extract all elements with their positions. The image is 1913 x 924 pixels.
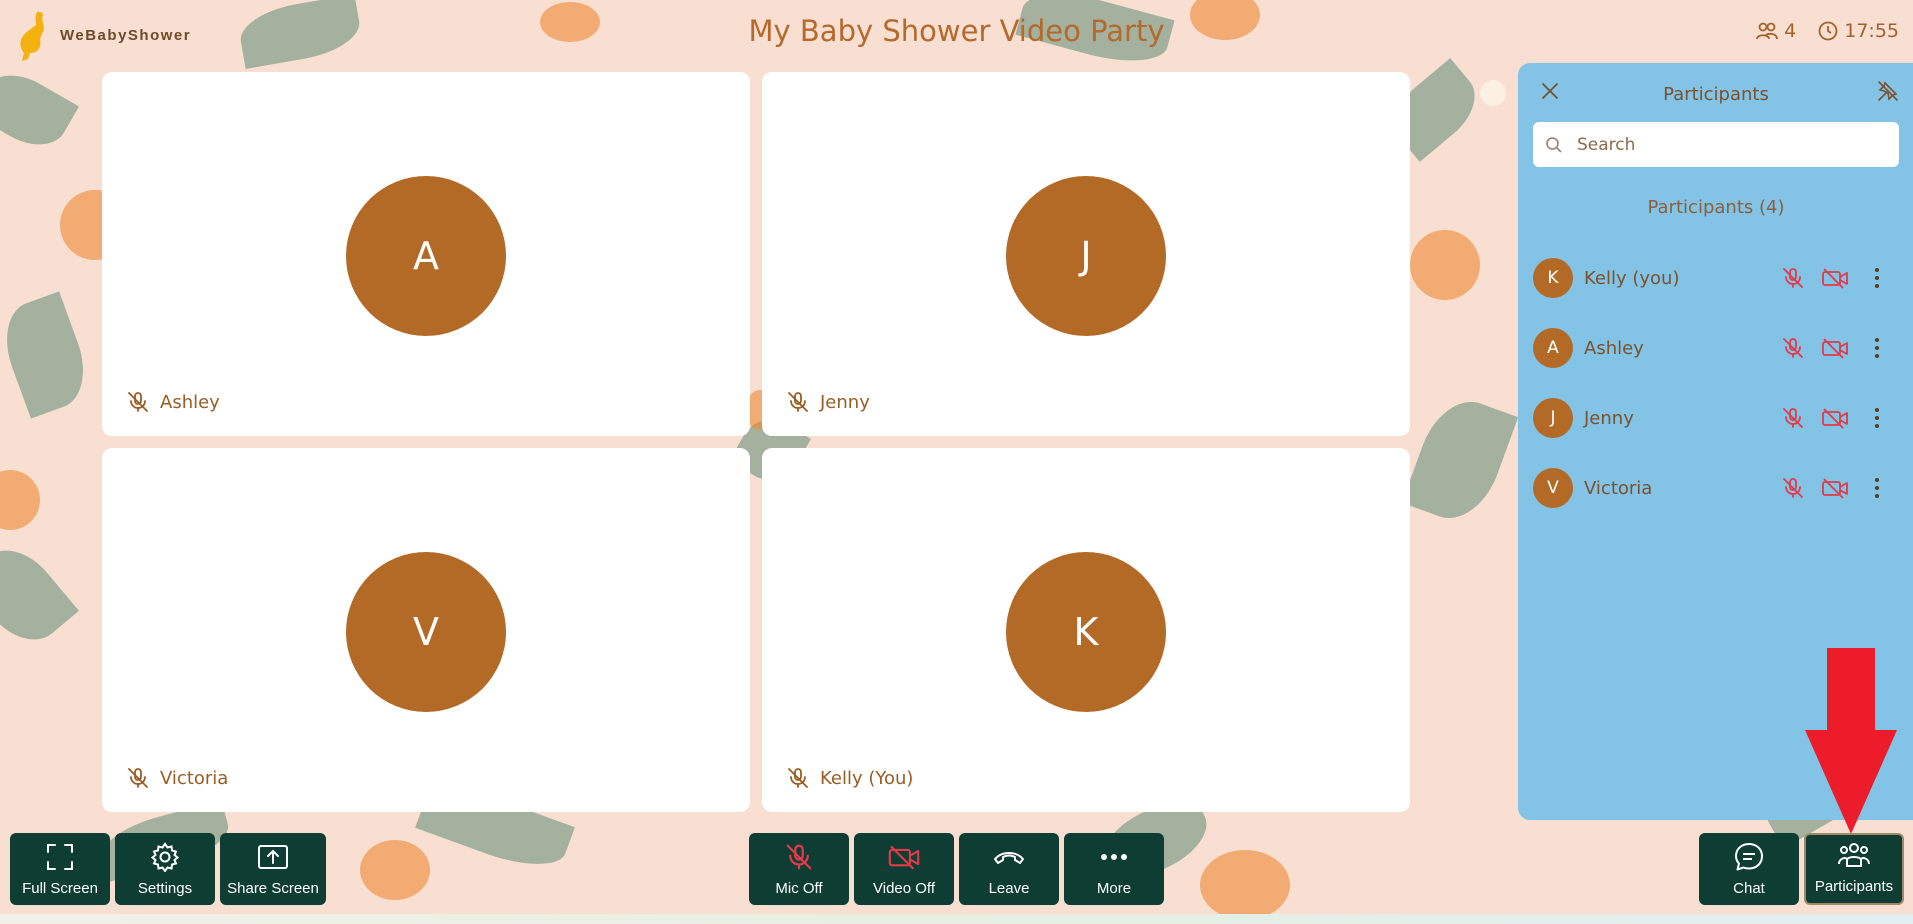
mic-off-button[interactable]: Mic Off xyxy=(749,833,849,905)
hang-up-icon xyxy=(992,840,1026,874)
more-vertical-icon[interactable] xyxy=(1863,404,1891,432)
participant-row[interactable]: V Victoria xyxy=(1533,453,1899,523)
share-screen-button[interactable]: Share Screen xyxy=(220,833,326,905)
more-vertical-icon[interactable] xyxy=(1863,474,1891,502)
avatar: K xyxy=(1006,552,1166,712)
participant-name: Victoria xyxy=(1584,477,1653,499)
red-arrow-annotation xyxy=(1805,648,1897,838)
participant-avatar: K xyxy=(1533,258,1573,298)
mic-off-icon[interactable] xyxy=(1779,334,1807,362)
tile-label: Jenny xyxy=(786,390,870,414)
clock-icon xyxy=(1818,21,1838,41)
full-screen-label: Full Screen xyxy=(22,880,98,897)
search-input[interactable] xyxy=(1575,133,1879,156)
participant-count-value: 4 xyxy=(1784,20,1797,42)
top-stats: 4 17:55 xyxy=(1756,20,1899,42)
video-off-icon[interactable] xyxy=(1821,264,1849,292)
avatar: A xyxy=(346,176,506,336)
mic-off-icon xyxy=(788,768,808,788)
tile-label: Victoria xyxy=(126,766,228,790)
participant-actions xyxy=(1779,474,1891,502)
bottom-strip xyxy=(0,914,1913,924)
unpin-panel-button[interactable] xyxy=(1874,77,1902,105)
chat-label: Chat xyxy=(1733,880,1765,897)
share-screen-icon xyxy=(257,840,289,874)
more-button[interactable]: More xyxy=(1064,833,1164,905)
settings-label: Settings xyxy=(137,880,193,897)
more-horizontal-icon xyxy=(1099,840,1129,874)
participants-button[interactable]: Participants xyxy=(1804,833,1904,905)
mic-off-icon[interactable] xyxy=(1779,404,1807,432)
panel-title: Participants xyxy=(1663,84,1769,105)
mic-off-icon xyxy=(788,392,808,412)
clock: 17:55 xyxy=(1818,20,1899,42)
participant-actions xyxy=(1779,404,1891,432)
video-off-icon[interactable] xyxy=(1821,474,1849,502)
participants-label: Participants xyxy=(1814,878,1894,895)
video-tile[interactable]: K Kelly (You) xyxy=(762,448,1410,812)
tile-label: Kelly (You) xyxy=(786,766,913,790)
tile-label: Ashley xyxy=(126,390,220,414)
pin-off-icon xyxy=(1878,81,1898,101)
leave-label: Leave xyxy=(988,880,1030,897)
participant-name: Ashley xyxy=(1584,337,1644,359)
avatar: V xyxy=(346,552,506,712)
tile-name: Ashley xyxy=(160,391,220,413)
participant-avatar: J xyxy=(1533,398,1573,438)
leave-button[interactable]: Leave xyxy=(959,833,1059,905)
more-vertical-icon[interactable] xyxy=(1863,334,1891,362)
video-tile[interactable]: V Victoria xyxy=(102,448,750,812)
more-vertical-icon[interactable] xyxy=(1863,264,1891,292)
search-icon xyxy=(1546,136,1562,153)
participant-name: Jenny xyxy=(1584,407,1634,429)
mic-off-icon xyxy=(128,392,148,412)
mic-off-label: Mic Off xyxy=(775,880,823,897)
search-box xyxy=(1533,122,1899,167)
share-screen-label: Share Screen xyxy=(227,880,319,897)
gear-icon xyxy=(150,840,180,874)
video-off-label: Video Off xyxy=(873,880,935,897)
tile-name: Victoria xyxy=(160,767,229,789)
people-icon xyxy=(1756,22,1779,40)
participant-avatar: V xyxy=(1533,468,1573,508)
clock-value: 17:55 xyxy=(1844,20,1899,42)
page-title: My Baby Shower Video Party xyxy=(748,14,1165,48)
video-off-icon xyxy=(887,840,921,874)
video-tile[interactable]: J Jenny xyxy=(762,72,1410,436)
more-label: More xyxy=(1096,880,1132,897)
full-screen-button[interactable]: Full Screen xyxy=(10,833,110,905)
mic-off-icon xyxy=(128,768,148,788)
tile-name: Kelly (You) xyxy=(820,767,914,789)
participant-count: 4 xyxy=(1756,20,1796,42)
fullscreen-icon xyxy=(45,840,75,874)
video-off-icon[interactable] xyxy=(1821,334,1849,362)
settings-button[interactable]: Settings xyxy=(115,833,215,905)
video-tile[interactable]: A Ashley xyxy=(102,72,750,436)
participant-list: K Kelly (you) A Ashley J Jenny V Victori… xyxy=(1533,243,1899,523)
participant-actions xyxy=(1779,334,1891,362)
participant-actions xyxy=(1779,264,1891,292)
participant-row[interactable]: A Ashley xyxy=(1533,313,1899,383)
people-icon xyxy=(1837,838,1871,872)
video-off-icon[interactable] xyxy=(1821,404,1849,432)
video-off-button[interactable]: Video Off xyxy=(854,833,954,905)
participant-name: Kelly (you) xyxy=(1584,267,1680,289)
tile-name: Jenny xyxy=(820,391,870,413)
participant-row[interactable]: K Kelly (you) xyxy=(1533,243,1899,313)
avatar: J xyxy=(1006,176,1166,336)
chat-button[interactable]: Chat xyxy=(1699,833,1799,905)
chat-icon xyxy=(1733,840,1765,874)
mic-off-icon xyxy=(784,840,814,874)
participant-row[interactable]: J Jenny xyxy=(1533,383,1899,453)
mic-off-icon[interactable] xyxy=(1779,264,1807,292)
participant-avatar: A xyxy=(1533,328,1573,368)
mic-off-icon[interactable] xyxy=(1779,474,1807,502)
participants-count-label: Participants (4) xyxy=(1647,197,1785,218)
